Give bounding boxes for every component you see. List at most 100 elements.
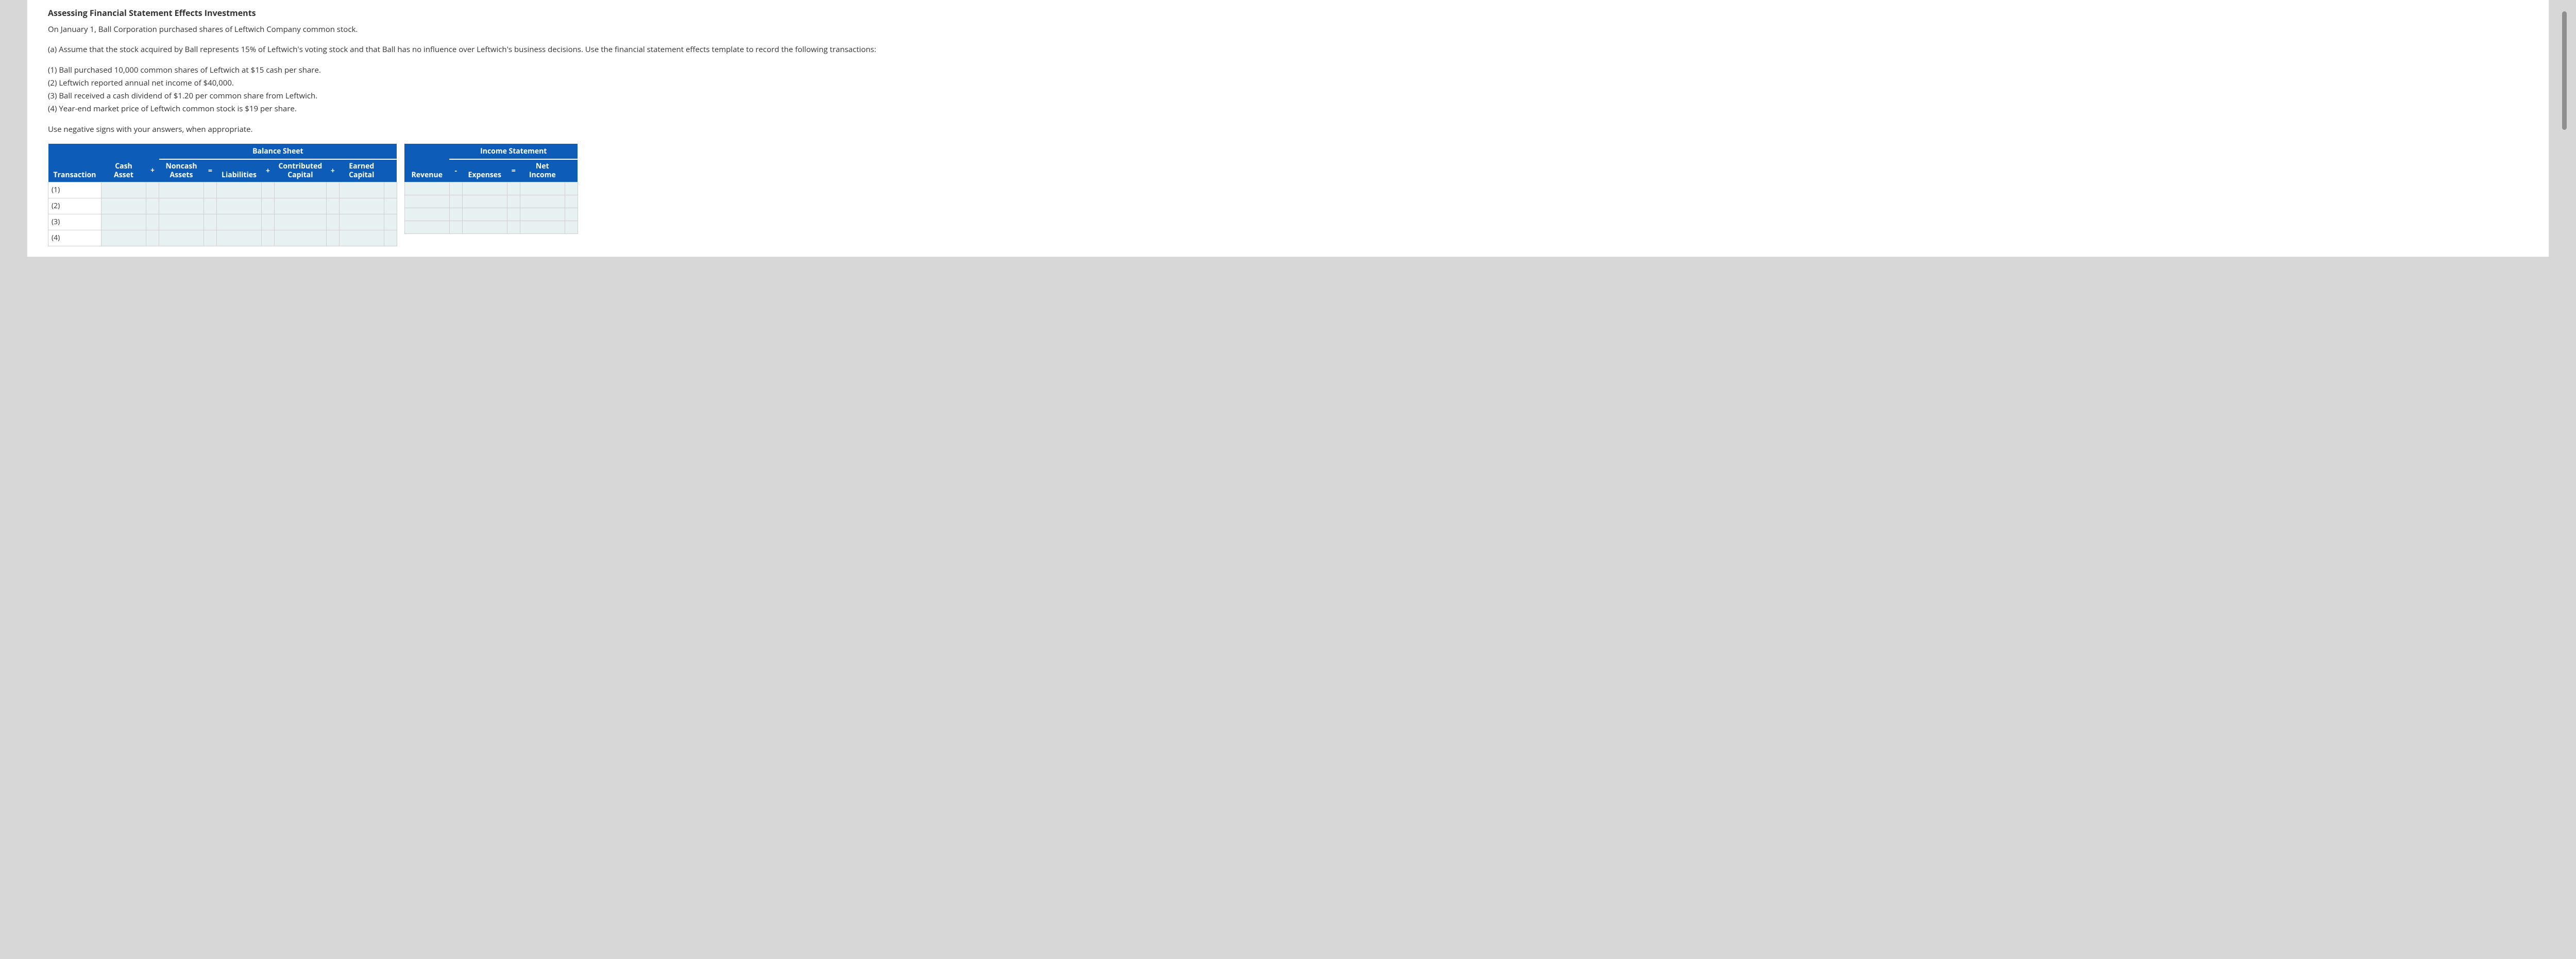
input-1-cash[interactable]	[101, 182, 146, 198]
input-3-isop1[interactable]	[449, 208, 462, 221]
input-1-isop3[interactable]	[565, 182, 578, 195]
input-4-isop1[interactable]	[449, 221, 462, 233]
tables-row: Balance Sheet Transaction Cash Asset + N…	[48, 144, 2528, 246]
input-3-noncash[interactable]	[159, 214, 204, 230]
input-3-liab[interactable]	[217, 214, 262, 230]
input-2-op1[interactable]	[146, 198, 159, 214]
page-container: Assessing Financial Statement Effects In…	[0, 0, 2576, 257]
input-4-op5[interactable]	[384, 230, 397, 246]
op-plus-1: +	[146, 159, 159, 182]
input-3-cash[interactable]	[101, 214, 146, 230]
col-net-income: Net Income	[520, 159, 565, 182]
table-row: (1)	[48, 182, 397, 198]
input-2-isop3[interactable]	[565, 195, 578, 208]
table-row	[404, 195, 578, 208]
table-row: (2)	[48, 198, 397, 214]
input-1-op1[interactable]	[146, 182, 159, 198]
bs-super-header: Balance Sheet	[159, 144, 397, 159]
item-3: (3) Ball received a cash dividend of $1.…	[48, 90, 2528, 102]
input-2-noncash[interactable]	[159, 198, 204, 214]
bs-trailing-pad	[384, 159, 397, 182]
input-1-contrib[interactable]	[275, 182, 327, 198]
input-2-isop2[interactable]	[507, 195, 520, 208]
table-row	[404, 221, 578, 233]
input-1-op2[interactable]	[204, 182, 217, 198]
input-3-op4[interactable]	[326, 214, 339, 230]
input-1-op4[interactable]	[326, 182, 339, 198]
input-4-exp[interactable]	[462, 221, 507, 233]
input-3-contrib[interactable]	[275, 214, 327, 230]
row-label-1: (1)	[48, 182, 101, 198]
input-1-op5[interactable]	[384, 182, 397, 198]
input-2-contrib[interactable]	[275, 198, 327, 214]
input-4-op1[interactable]	[146, 230, 159, 246]
input-3-earned[interactable]	[339, 214, 384, 230]
input-3-isop2[interactable]	[507, 208, 520, 221]
input-4-cash[interactable]	[101, 230, 146, 246]
input-2-op5[interactable]	[384, 198, 397, 214]
input-3-net[interactable]	[520, 208, 565, 221]
input-3-op1[interactable]	[146, 214, 159, 230]
income-statement-table: Income Statement Revenue - Expenses = Ne…	[404, 144, 578, 234]
input-2-op4[interactable]	[326, 198, 339, 214]
input-4-liab[interactable]	[217, 230, 262, 246]
item-1: (1) Ball purchased 10,000 common shares …	[48, 64, 2528, 76]
input-2-net[interactable]	[520, 195, 565, 208]
col-contrib-line2: Capital	[287, 170, 313, 180]
col-cash-asset: Cash Asset	[101, 159, 146, 182]
input-4-earned[interactable]	[339, 230, 384, 246]
col-net-line2: Income	[529, 170, 556, 180]
bs-super-spacer	[48, 144, 159, 159]
intro-text: On January 1, Ball Corporation purchased…	[48, 24, 2528, 36]
op-plus-3: +	[326, 159, 339, 182]
content-sheet: Assessing Financial Statement Effects In…	[27, 0, 2549, 257]
col-earned-line1: Earned	[349, 161, 374, 171]
input-1-noncash[interactable]	[159, 182, 204, 198]
input-4-isop2[interactable]	[507, 221, 520, 233]
input-1-net[interactable]	[520, 182, 565, 195]
input-4-op2[interactable]	[204, 230, 217, 246]
op-plus-2: +	[262, 159, 275, 182]
scrollbar-thumb[interactable]	[2562, 11, 2567, 130]
input-3-rev[interactable]	[404, 208, 449, 221]
input-4-contrib[interactable]	[275, 230, 327, 246]
input-1-isop2[interactable]	[507, 182, 520, 195]
input-3-isop3[interactable]	[565, 208, 578, 221]
input-2-op2[interactable]	[204, 198, 217, 214]
input-3-op5[interactable]	[384, 214, 397, 230]
note-text: Use negative signs with your answers, wh…	[48, 124, 2528, 136]
input-3-op3[interactable]	[262, 214, 275, 230]
input-4-rev[interactable]	[404, 221, 449, 233]
input-2-exp[interactable]	[462, 195, 507, 208]
input-4-op3[interactable]	[262, 230, 275, 246]
col-expenses: Expenses	[462, 159, 507, 182]
col-transaction: Transaction	[48, 159, 101, 182]
input-1-rev[interactable]	[404, 182, 449, 195]
input-4-isop3[interactable]	[565, 221, 578, 233]
col-earned-line2: Capital	[349, 170, 374, 180]
input-2-cash[interactable]	[101, 198, 146, 214]
table-row	[404, 208, 578, 221]
input-4-op4[interactable]	[326, 230, 339, 246]
input-1-op3[interactable]	[262, 182, 275, 198]
table-row: (4)	[48, 230, 397, 246]
row-label-2: (2)	[48, 198, 101, 214]
input-3-exp[interactable]	[462, 208, 507, 221]
input-4-noncash[interactable]	[159, 230, 204, 246]
row-label-4: (4)	[48, 230, 101, 246]
input-3-op2[interactable]	[204, 214, 217, 230]
op-minus: -	[449, 159, 462, 182]
col-noncash-assets: Noncash Assets	[159, 159, 204, 182]
input-1-earned[interactable]	[339, 182, 384, 198]
input-4-net[interactable]	[520, 221, 565, 233]
is-trailing-pad	[565, 159, 578, 182]
input-1-liab[interactable]	[217, 182, 262, 198]
input-2-liab[interactable]	[217, 198, 262, 214]
part-a-text: (a) Assume that the stock acquired by Ba…	[48, 44, 2528, 56]
input-2-earned[interactable]	[339, 198, 384, 214]
input-2-op3[interactable]	[262, 198, 275, 214]
input-2-rev[interactable]	[404, 195, 449, 208]
input-1-exp[interactable]	[462, 182, 507, 195]
input-2-isop1[interactable]	[449, 195, 462, 208]
input-1-isop1[interactable]	[449, 182, 462, 195]
